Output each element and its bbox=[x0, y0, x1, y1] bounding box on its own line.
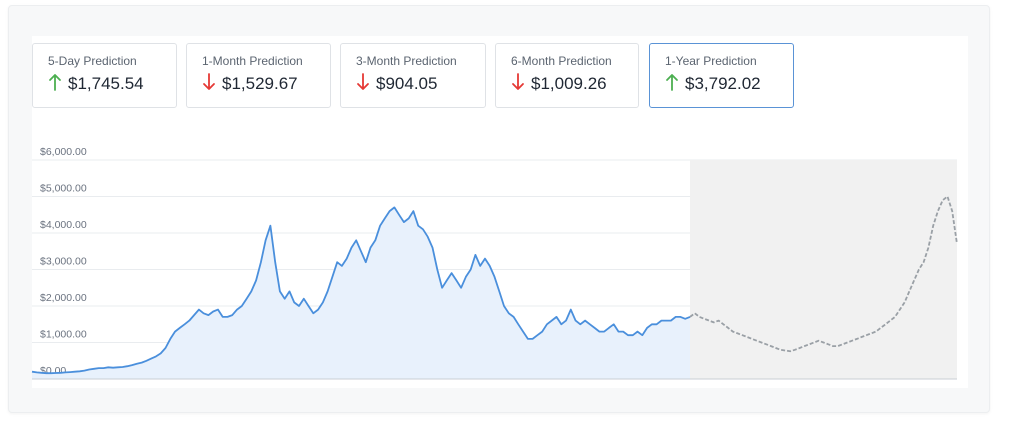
y-tick-label: $4,000.00 bbox=[40, 219, 87, 231]
y-tick-label: $1,000.00 bbox=[40, 329, 87, 341]
y-tick-label: $6,000.00 bbox=[40, 146, 87, 158]
y-tick-label: $2,000.00 bbox=[40, 292, 87, 304]
y-tick-label: $5,000.00 bbox=[40, 183, 87, 195]
forecast-region bbox=[689, 160, 957, 379]
price-chart: $0.00$1,000.00$2,000.00$3,000.00$4,000.0… bbox=[31, 146, 958, 380]
y-tick-label: $3,000.00 bbox=[40, 256, 87, 268]
